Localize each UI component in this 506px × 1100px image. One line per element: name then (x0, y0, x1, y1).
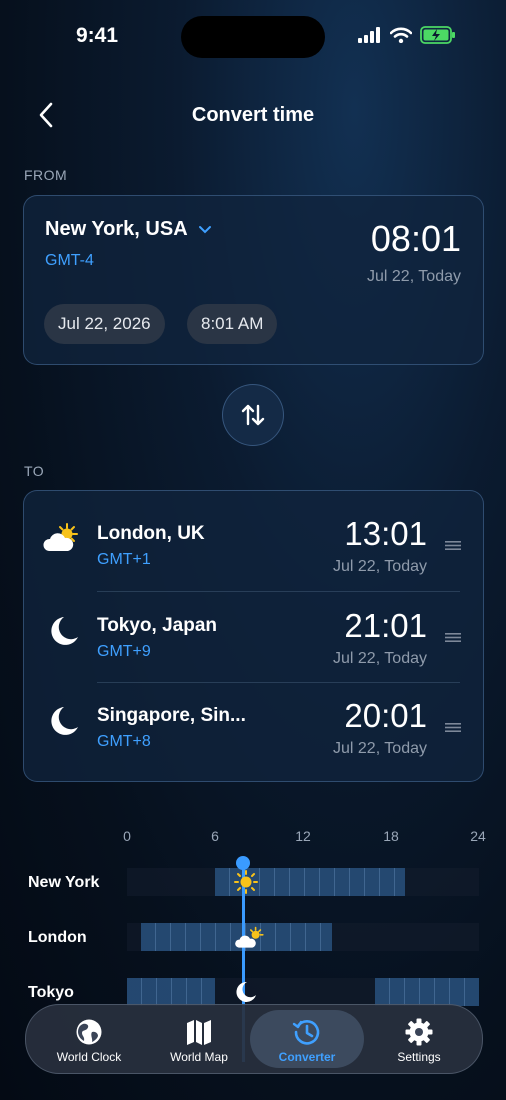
status-icons (358, 26, 456, 44)
drag-handle-icon[interactable] (445, 541, 461, 550)
from-time: 08:01 (370, 218, 461, 259)
daylight-band (375, 978, 479, 1006)
daylight-band (127, 978, 215, 1006)
to-gmt-offset: GMT+8 (97, 733, 151, 750)
gear-icon (405, 1018, 433, 1046)
page-title: Convert time (191, 104, 315, 126)
timeline-row-label: London (28, 929, 87, 946)
moon-icon (51, 707, 78, 735)
signal-icon (358, 27, 380, 43)
from-date-label: Jul 22, Today (367, 268, 461, 285)
status-time: 9:41 (76, 24, 119, 47)
wifi-icon (390, 27, 412, 43)
timeline-row-label: Tokyo (28, 984, 74, 1001)
to-date-label: Jul 22, Today (333, 650, 427, 667)
chevron-down-icon (198, 225, 211, 233)
drag-handle-icon[interactable] (445, 633, 461, 642)
from-section-label: FROM (24, 167, 68, 183)
timeline-track-new-york[interactable] (127, 868, 479, 896)
tab-label: Settings (397, 1050, 441, 1064)
moon-icon (236, 981, 256, 1002)
to-date-label: Jul 22, Today (333, 740, 427, 757)
map-icon (187, 1020, 211, 1045)
timeline-tick-label: 6 (211, 828, 219, 844)
timeline-tick-label: 0 (123, 828, 131, 844)
dynamic-island (181, 16, 325, 58)
to-section-label: TO (24, 463, 45, 479)
timeline-tick-label: 12 (295, 828, 311, 844)
from-city-selector[interactable]: New York, USA (45, 218, 212, 241)
tab-bar: World Clock World Map Converter Settings (25, 1004, 483, 1074)
swap-button[interactable] (222, 384, 284, 446)
time-picker-button[interactable]: 8:01 AM (187, 304, 278, 344)
tab-world-clock[interactable]: World Clock (32, 1005, 146, 1073)
to-date-label: Jul 22, Today (333, 558, 427, 575)
tab-converter[interactable]: Converter (250, 1010, 364, 1068)
tab-world-map[interactable]: World Map (142, 1005, 256, 1073)
from-gmt-offset: GMT-4 (45, 252, 94, 269)
to-gmt-offset: GMT+9 (97, 643, 151, 660)
timeline-track-tokyo[interactable] (127, 978, 479, 1006)
partly-cloudy-sun-icon (235, 926, 264, 948)
battery-charging-icon (420, 26, 455, 44)
timeline-row-label: New York (28, 874, 100, 891)
to-row-tokyo[interactable]: Tokyo, Japan GMT+9 21:01 Jul 22, Today (24, 583, 483, 673)
to-time: 20:01 (344, 697, 427, 734)
timeline-track-london[interactable] (127, 923, 479, 951)
swap-arrows-icon (241, 404, 265, 426)
timeline-tick-label: 18 (383, 828, 399, 844)
to-gmt-offset: GMT+1 (97, 551, 151, 568)
to-city-name: London, UK (97, 523, 205, 544)
tab-label: Converter (278, 1050, 336, 1064)
from-card: New York, USA GMT-4 08:01 Jul 22, Today … (23, 195, 484, 365)
current-time-handle[interactable] (236, 856, 250, 870)
partly-cloudy-sun-icon (43, 523, 78, 551)
to-row-london[interactable]: London, UK GMT+1 13:01 Jul 22, Today (24, 491, 483, 581)
sun-icon (234, 870, 258, 894)
to-time: 21:01 (344, 607, 427, 644)
drag-handle-icon[interactable] (445, 723, 461, 732)
moon-icon (51, 617, 78, 645)
globe-icon (76, 1019, 102, 1045)
tab-label: World Clock (56, 1050, 122, 1064)
timeline-tick-label: 24 (470, 828, 486, 844)
history-clock-icon (292, 1020, 320, 1045)
tab-settings[interactable]: Settings (362, 1005, 476, 1073)
to-city-name: Tokyo, Japan (97, 615, 218, 636)
to-card: London, UK GMT+1 13:01 Jul 22, Today Tok… (23, 490, 484, 782)
from-city-name: New York, USA (45, 218, 188, 240)
date-picker-button[interactable]: Jul 22, 2026 (44, 304, 165, 344)
to-city-name: Singapore, Sin... (97, 705, 246, 726)
tab-label: World Map (170, 1050, 228, 1064)
to-time: 13:01 (344, 515, 427, 552)
to-row-singapore[interactable]: Singapore, Sin... GMT+8 20:01 Jul 22, To… (24, 673, 483, 763)
